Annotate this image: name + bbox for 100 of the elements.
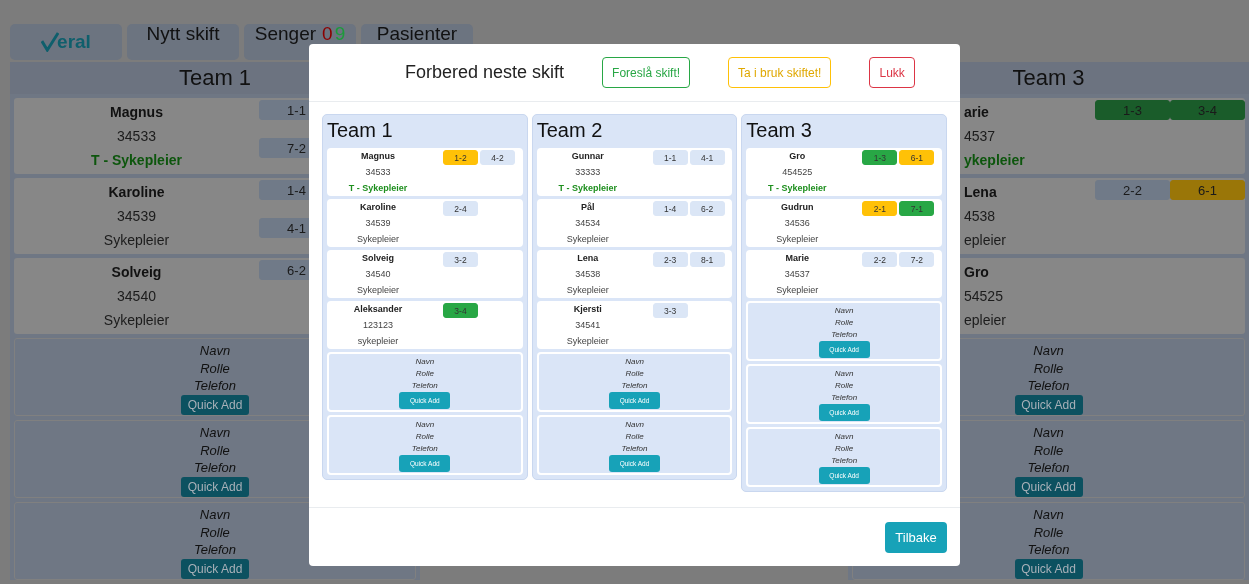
member-role: Sykepleier [775,284,820,297]
phone-number: 34540 [116,287,157,306]
member-role: ykepleier [964,151,1026,170]
member-role: Sykepleier [565,335,610,348]
field-label: Telefon [831,392,858,404]
team-title: Team 3 [746,118,813,143]
action-button[interactable]: Foreslå skift! [602,57,691,88]
back-button[interactable]: Tilbake [885,521,947,553]
member-name: Magnus [360,150,396,163]
bed-button[interactable]: 3-3 [652,303,688,318]
field-label: Rolle [415,368,434,380]
member-name: Aleksander [352,303,404,316]
quick-add-button[interactable]: Quick Add [1014,394,1083,415]
member-name: Solveig [361,252,395,265]
field-label: Rolle [835,380,854,392]
field-label: Rolle [835,317,854,329]
phone-number: 34540 [364,268,392,281]
bed-button[interactable]: 3-4 [1170,100,1245,120]
field-label: Telefon [193,377,237,395]
nav-tab[interactable]: Nytt skift [127,24,239,60]
quick-add-button[interactable]: Quick Add [181,394,249,415]
logo-text: eral [57,32,91,52]
phone-number: 454525 [781,166,814,179]
field-label: Telefon [621,443,648,455]
field-label: Navn [1033,424,1064,442]
quick-add-button[interactable]: Quick Add [181,558,249,579]
field-label: Rolle [1033,523,1064,541]
member-role: Sykepleier [102,311,171,330]
member-role: Sykepleier [102,231,171,250]
member-role: T - Sykepleier [347,182,409,195]
phone-number: 34533 [364,166,392,179]
field-label: Telefon [1027,377,1070,395]
action-button[interactable]: Ta i bruk skiftet! [728,57,832,88]
field-label: Navn [415,419,435,431]
field-label: Navn [625,356,644,368]
phone-number: 34537 [783,268,811,281]
field-label: Rolle [1033,441,1064,459]
bed-button[interactable]: 8-1 [689,252,725,267]
phone-number: 34539 [116,207,157,226]
phone-number: 34533 [116,127,157,146]
bed-button[interactable]: 4-2 [480,150,515,165]
action-button[interactable]: Lukk [869,57,915,88]
phone-number: 34539 [364,217,392,230]
bed-button[interactable]: 7-2 [899,252,935,267]
field-label: Telefon [411,443,438,455]
bed-button[interactable]: 1-1 [652,150,688,165]
field-label: Rolle [1033,359,1064,377]
bed-button[interactable]: 7-1 [899,201,935,216]
field-label: Telefon [831,455,858,467]
member-role: Sykepleier [565,284,610,297]
bed-button[interactable]: 1-3 [1095,100,1170,120]
bed-button[interactable]: 1-2 [443,150,478,165]
member-role: T - Sykepleier [767,182,828,195]
member-role: epleier [964,311,1008,330]
phone-number: 123123 [361,319,394,332]
bed-button[interactable]: 3-4 [443,303,478,318]
quick-add-button[interactable]: Quick Add [1014,558,1083,579]
member-role: Sykepleier [356,284,400,297]
bed-button[interactable]: 2-1 [862,201,898,216]
field-label: Navn [1033,342,1064,360]
field-label: Navn [1033,506,1064,524]
field-label: Telefon [193,541,237,559]
field-label: Rolle [415,431,434,443]
phone-number: 4538 [964,207,997,226]
member-name: Gro [788,150,807,163]
bed-button[interactable]: 4-1 [689,150,725,165]
member-name: arie [964,103,990,122]
member-role: Sykepleier [565,233,610,246]
member-name: Magnus [109,103,164,122]
bed-button[interactable]: 6-2 [689,201,725,216]
bed-button[interactable]: 2-2 [1095,180,1170,200]
field-label: Navn [834,431,854,443]
member-name: Lena [964,183,998,202]
bed-button[interactable]: 1-3 [862,150,898,165]
phone-number: 34541 [574,319,602,332]
field-label: Telefon [193,459,237,477]
member-role: epleier [964,231,1008,250]
bed-button[interactable]: 1-4 [652,201,688,216]
bed-button[interactable]: 3-2 [443,252,478,267]
member-name: Gunnar [570,150,605,163]
field-label: Telefon [621,380,648,392]
field-label: Rolle [200,359,230,377]
field-label: Telefon [1027,459,1070,477]
member-role: Sykepleier [356,233,400,246]
phone-number: 34534 [574,217,602,230]
member-name: Marie [784,252,811,265]
quick-add-button[interactable]: Quick Add [181,476,249,497]
field-label: Telefon [1027,541,1070,559]
bed-button[interactable]: 2-3 [652,252,688,267]
field-label: Rolle [835,443,854,455]
quick-add-button[interactable]: Quick Add [1014,476,1083,497]
phone-number: 4537 [964,127,997,146]
member-role: T - Sykepleier [89,151,183,170]
bed-button[interactable]: 2-4 [443,201,478,216]
member-name: Pål [579,201,596,214]
bed-button[interactable]: 6-1 [1170,180,1245,200]
bed-button[interactable]: 2-2 [862,252,898,267]
field-label: Navn [199,424,231,442]
bed-button[interactable]: 6-1 [899,150,935,165]
field-label: Telefon [411,380,438,392]
